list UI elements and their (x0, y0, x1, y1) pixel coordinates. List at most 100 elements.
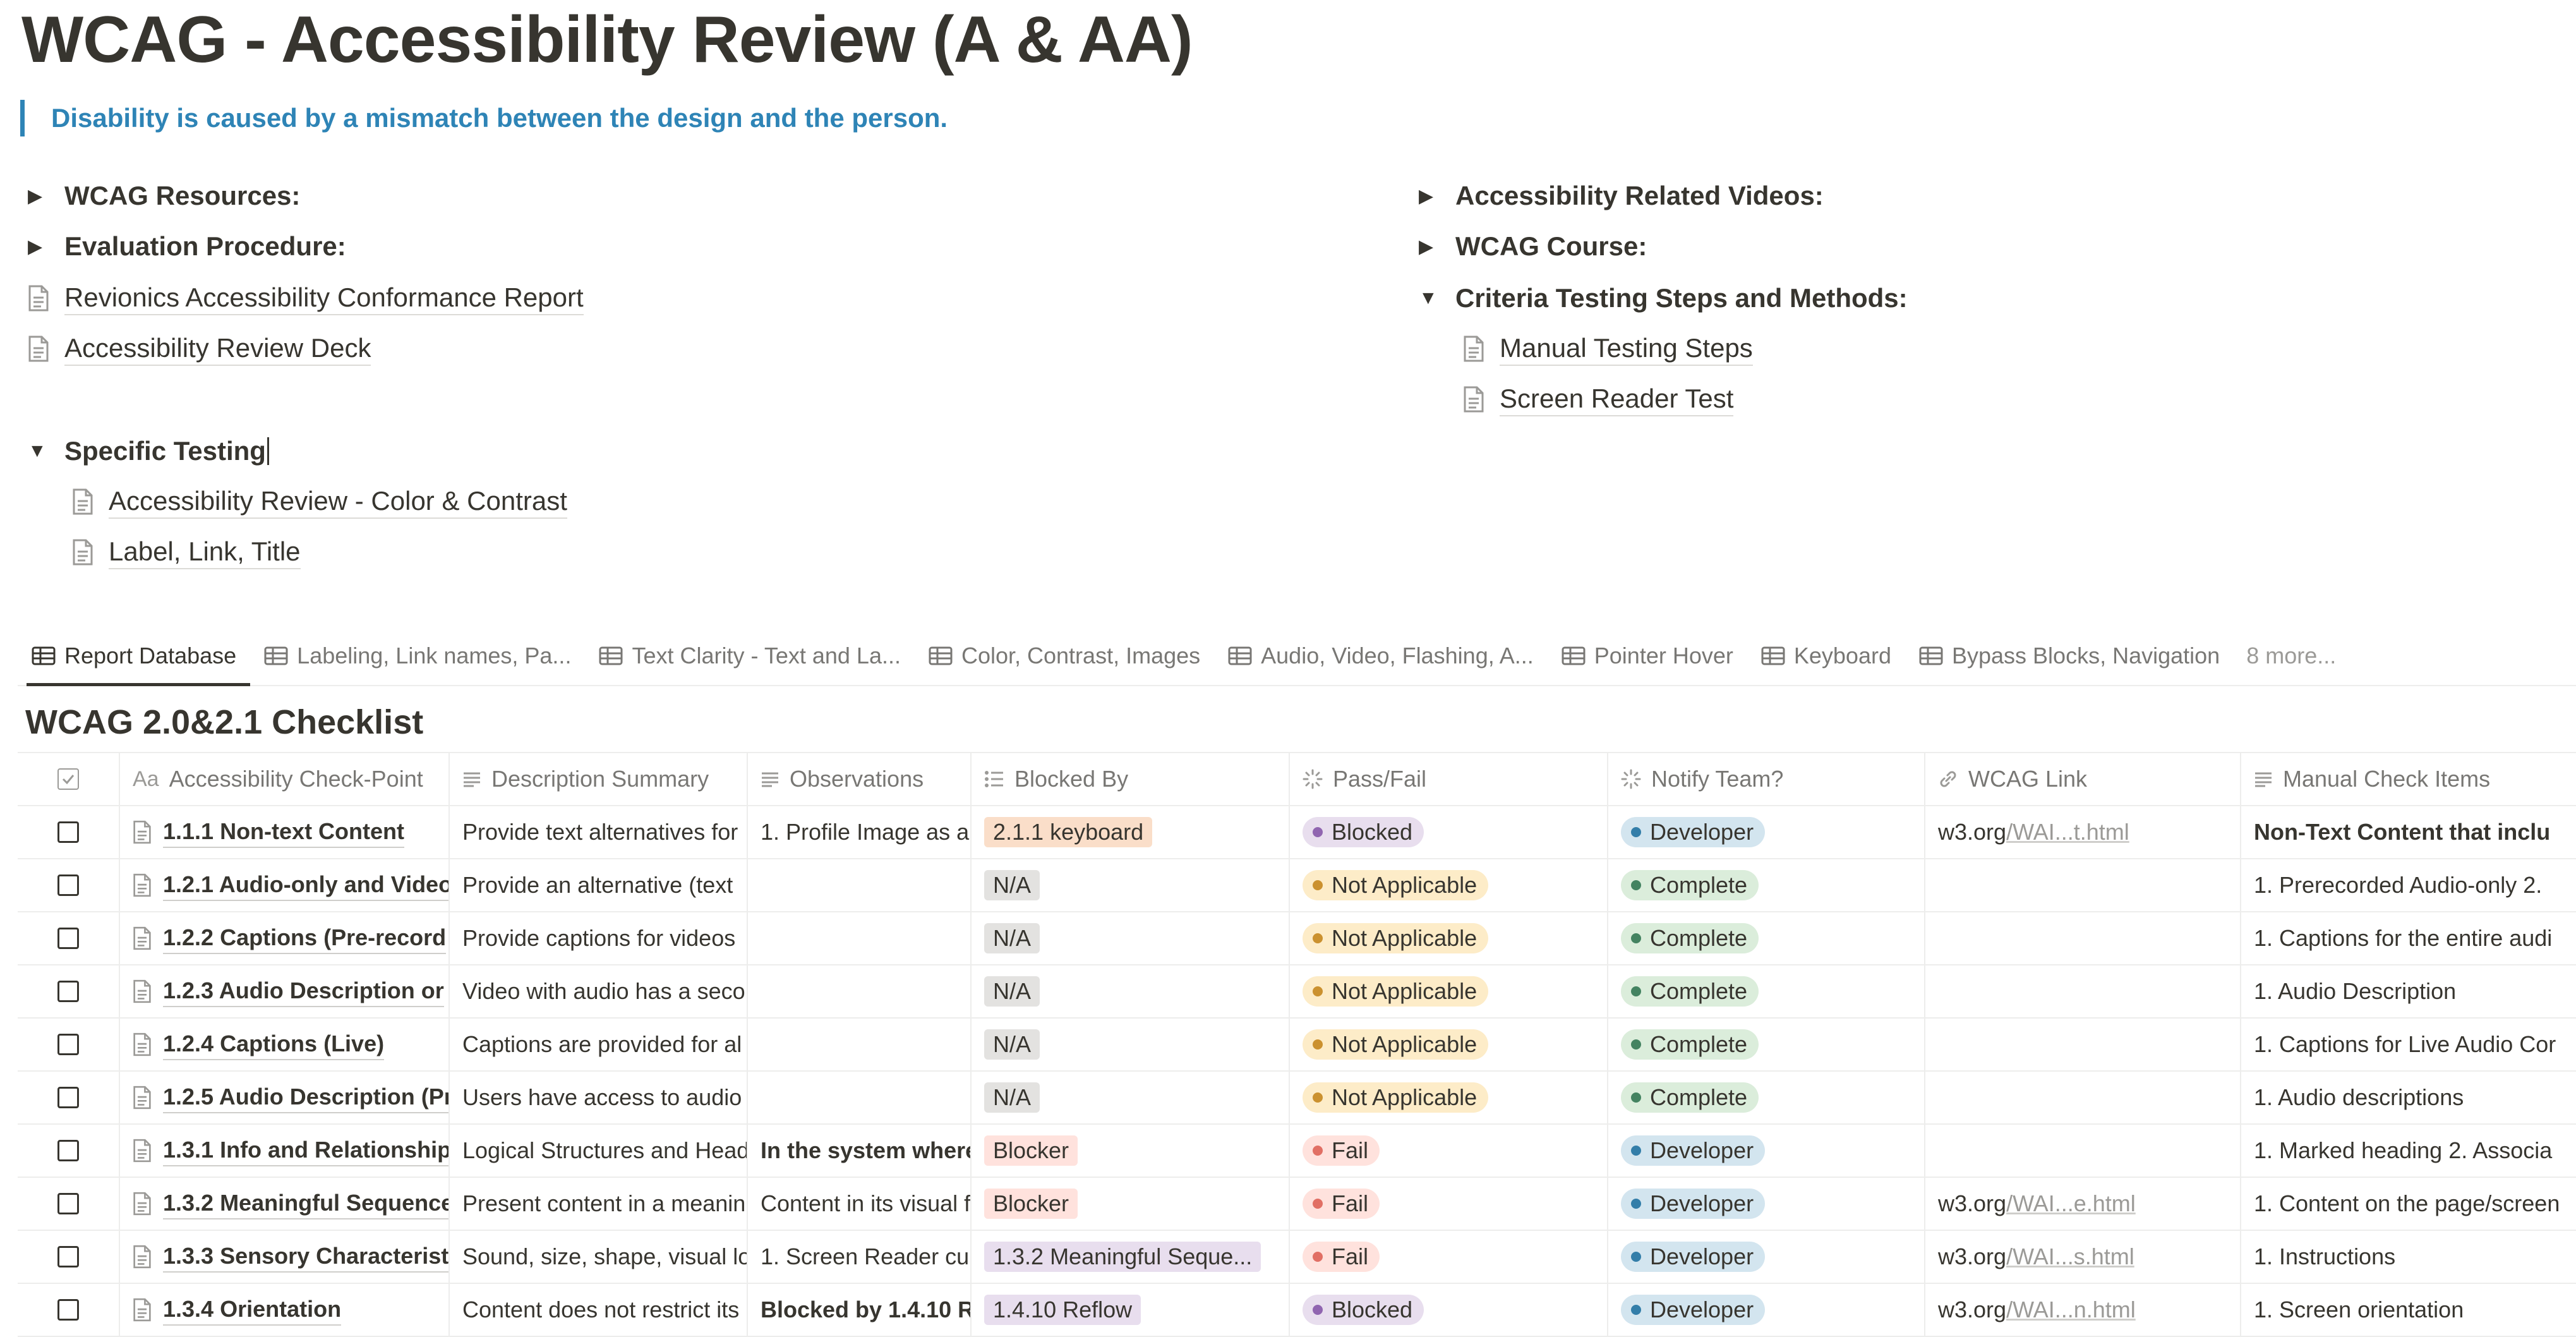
toggle-wcag-resources[interactable]: ▶ WCAG Resources: (28, 176, 300, 216)
row-select-cell[interactable] (18, 1178, 120, 1230)
checkpoint-cell[interactable]: 1.2.5 Audio Description (Pr (120, 1072, 450, 1123)
page-link-review-deck[interactable]: Accessibility Review Deck (28, 329, 371, 369)
wcag-link[interactable]: w3.org/WAI...s.html (1938, 1243, 2134, 1270)
pass-fail-cell[interactable]: Not Applicable (1290, 859, 1608, 911)
toggle-wcag-course[interactable]: ▶ WCAG Course: (1419, 226, 1647, 267)
wcag-link[interactable]: w3.org/WAI...e.html (1938, 1190, 2136, 1217)
wcag-link-cell[interactable] (1925, 1019, 2241, 1070)
pass-fail-cell[interactable]: Fail (1290, 1178, 1608, 1230)
checkpoint-cell[interactable]: 1.1.1 Non-text Content (120, 806, 450, 858)
row-select-cell[interactable] (18, 1231, 120, 1283)
tab-labeling-link-names[interactable]: Labeling, Link names, Pa... (250, 627, 585, 685)
notify-team-cell[interactable]: Developer (1608, 806, 1925, 858)
page-link-manual-testing[interactable]: Manual Testing Steps (1463, 329, 1753, 369)
pass-fail-cell[interactable]: Fail (1290, 1231, 1608, 1283)
pass-fail-cell[interactable]: Blocked (1290, 806, 1608, 858)
description-cell[interactable]: Provide captions for videos (450, 912, 748, 964)
checkpoint-cell[interactable]: 1.2.3 Audio Description or (120, 965, 450, 1017)
checkpoint-title[interactable]: 1.2.2 Captions (Pre-record (163, 923, 447, 954)
toggle-label[interactable]: Specific Testing (64, 436, 266, 466)
table-row[interactable]: 1.2.5 Audio Description (Pr Users have a… (18, 1072, 2576, 1125)
manual-check-cell[interactable]: Non-Text Content that inclu (2241, 806, 2576, 858)
table-row[interactable]: 1.3.1 Info and Relationship Logical Stru… (18, 1125, 2576, 1178)
wcag-link-cell[interactable] (1925, 965, 2241, 1017)
column-header-blocked-by[interactable]: Blocked By (972, 753, 1290, 805)
description-cell[interactable]: Captions are provided for al (450, 1019, 748, 1070)
column-header-notify-team[interactable]: Notify Team? (1608, 753, 1925, 805)
checkpoint-cell[interactable]: 1.2.4 Captions (Live) (120, 1019, 450, 1070)
wcag-link-cell[interactable] (1925, 859, 2241, 911)
wcag-link-cell[interactable] (1925, 1072, 2241, 1123)
notify-team-cell[interactable]: Complete (1608, 1019, 1925, 1070)
page-link-color-contrast[interactable]: Accessibility Review - Color & Contrast (72, 481, 567, 522)
row-select-cell[interactable] (18, 806, 120, 858)
table-row[interactable]: 1.2.2 Captions (Pre-record Provide capti… (18, 912, 2576, 965)
observations-cell[interactable] (748, 912, 972, 964)
description-cell[interactable]: Provide an alternative (text (450, 859, 748, 911)
observations-cell[interactable]: Blocked by 1.4.10 R (748, 1284, 972, 1336)
triangle-down-icon[interactable]: ▼ (1419, 287, 1455, 309)
observations-cell[interactable] (748, 1072, 972, 1123)
row-checkbox[interactable] (57, 1299, 79, 1321)
pass-fail-cell[interactable]: Blocked (1290, 1284, 1608, 1336)
row-select-cell[interactable] (18, 1284, 120, 1336)
observations-cell[interactable]: 1. Screen Reader cu (748, 1231, 972, 1283)
manual-check-cell[interactable]: 1. Captions for the entire audi (2241, 912, 2576, 964)
blocked-by-cell[interactable]: N/A (972, 1019, 1290, 1070)
pass-fail-cell[interactable]: Not Applicable (1290, 965, 1608, 1017)
column-header-manual-check[interactable]: Manual Check Items (2241, 753, 2576, 805)
wcag-link-cell[interactable] (1925, 912, 2241, 964)
table-row[interactable]: 1.3.3 Sensory Characterist Sound, size, … (18, 1231, 2576, 1284)
notify-team-cell[interactable]: Complete (1608, 965, 1925, 1017)
table-row[interactable]: 1.2.1 Audio-only and Video Provide an al… (18, 859, 2576, 912)
more-views-button[interactable]: 8 more... (2234, 643, 2336, 669)
description-cell[interactable]: Users have access to audio (450, 1072, 748, 1123)
row-select-cell[interactable] (18, 965, 120, 1017)
blocked-by-cell[interactable]: Blocker (972, 1178, 1290, 1230)
column-header-checkpoint[interactable]: Aa Accessibility Check-Point (120, 753, 450, 805)
checkpoint-cell[interactable]: 1.3.1 Info and Relationship (120, 1125, 450, 1177)
manual-check-cell[interactable]: 1. Content on the page/screen (2241, 1178, 2576, 1230)
row-select-cell[interactable] (18, 859, 120, 911)
description-cell[interactable]: Logical Structures and Head (450, 1125, 748, 1177)
blocked-by-cell[interactable]: N/A (972, 912, 1290, 964)
table-row[interactable]: 1.1.1 Non-text Content Provide text alte… (18, 806, 2576, 859)
notify-team-cell[interactable]: Developer (1608, 1125, 1925, 1177)
select-all-cell[interactable] (18, 753, 120, 805)
triangle-down-icon[interactable]: ▼ (28, 440, 64, 462)
description-cell[interactable]: Present content in a meanin (450, 1178, 748, 1230)
toggle-evaluation-procedure[interactable]: ▶ Evaluation Procedure: (28, 226, 346, 267)
table-row[interactable]: 1.2.4 Captions (Live) Captions are provi… (18, 1019, 2576, 1072)
manual-check-cell[interactable]: 1. Screen orientation (2241, 1284, 2576, 1336)
wcag-link-cell[interactable]: w3.org/WAI...e.html (1925, 1178, 2241, 1230)
page-link-conformance-report[interactable]: Revionics Accessibility Conformance Repo… (28, 278, 584, 318)
checkpoint-title[interactable]: 1.3.2 Meaningful Sequence (163, 1188, 448, 1219)
row-select-cell[interactable] (18, 1072, 120, 1123)
tab-bypass-blocks[interactable]: Bypass Blocks, Navigation (1905, 627, 2234, 685)
manual-check-cell[interactable]: 1. Captions for Live Audio Cor (2241, 1019, 2576, 1070)
checkpoint-cell[interactable]: 1.2.2 Captions (Pre-record (120, 912, 450, 964)
blocked-by-cell[interactable]: N/A (972, 859, 1290, 911)
checkpoint-title[interactable]: 1.2.5 Audio Description (Pr (163, 1082, 448, 1113)
notify-team-cell[interactable]: Developer (1608, 1284, 1925, 1336)
wcag-link-cell[interactable]: w3.org/WAI...s.html (1925, 1231, 2241, 1283)
row-checkbox[interactable] (57, 1034, 79, 1055)
page-link-screen-reader[interactable]: Screen Reader Test (1463, 379, 1734, 420)
checkpoint-title[interactable]: 1.2.1 Audio-only and Video (163, 869, 448, 901)
tab-audio-video-flashing[interactable]: Audio, Video, Flashing, A... (1214, 627, 1548, 685)
manual-check-cell[interactable]: 1. Audio descriptions (2241, 1072, 2576, 1123)
observations-cell[interactable]: 1. Profile Image as a (748, 806, 972, 858)
triangle-right-icon[interactable]: ▶ (28, 185, 64, 207)
row-checkbox[interactable] (57, 1140, 79, 1161)
observations-cell[interactable]: Content in its visual f (748, 1178, 972, 1230)
blocked-by-cell[interactable]: 1.4.10 Reflow (972, 1284, 1290, 1336)
tab-pointer-hover[interactable]: Pointer Hover (1548, 627, 1747, 685)
notify-team-cell[interactable]: Complete (1608, 912, 1925, 964)
pass-fail-cell[interactable]: Not Applicable (1290, 1019, 1608, 1070)
notify-team-cell[interactable]: Complete (1608, 859, 1925, 911)
column-header-pass-fail[interactable]: Pass/Fail (1290, 753, 1608, 805)
row-select-cell[interactable] (18, 1019, 120, 1070)
manual-check-cell[interactable]: 1. Audio Description (2241, 965, 2576, 1017)
row-checkbox[interactable] (57, 1193, 79, 1214)
row-checkbox[interactable] (57, 1246, 79, 1267)
